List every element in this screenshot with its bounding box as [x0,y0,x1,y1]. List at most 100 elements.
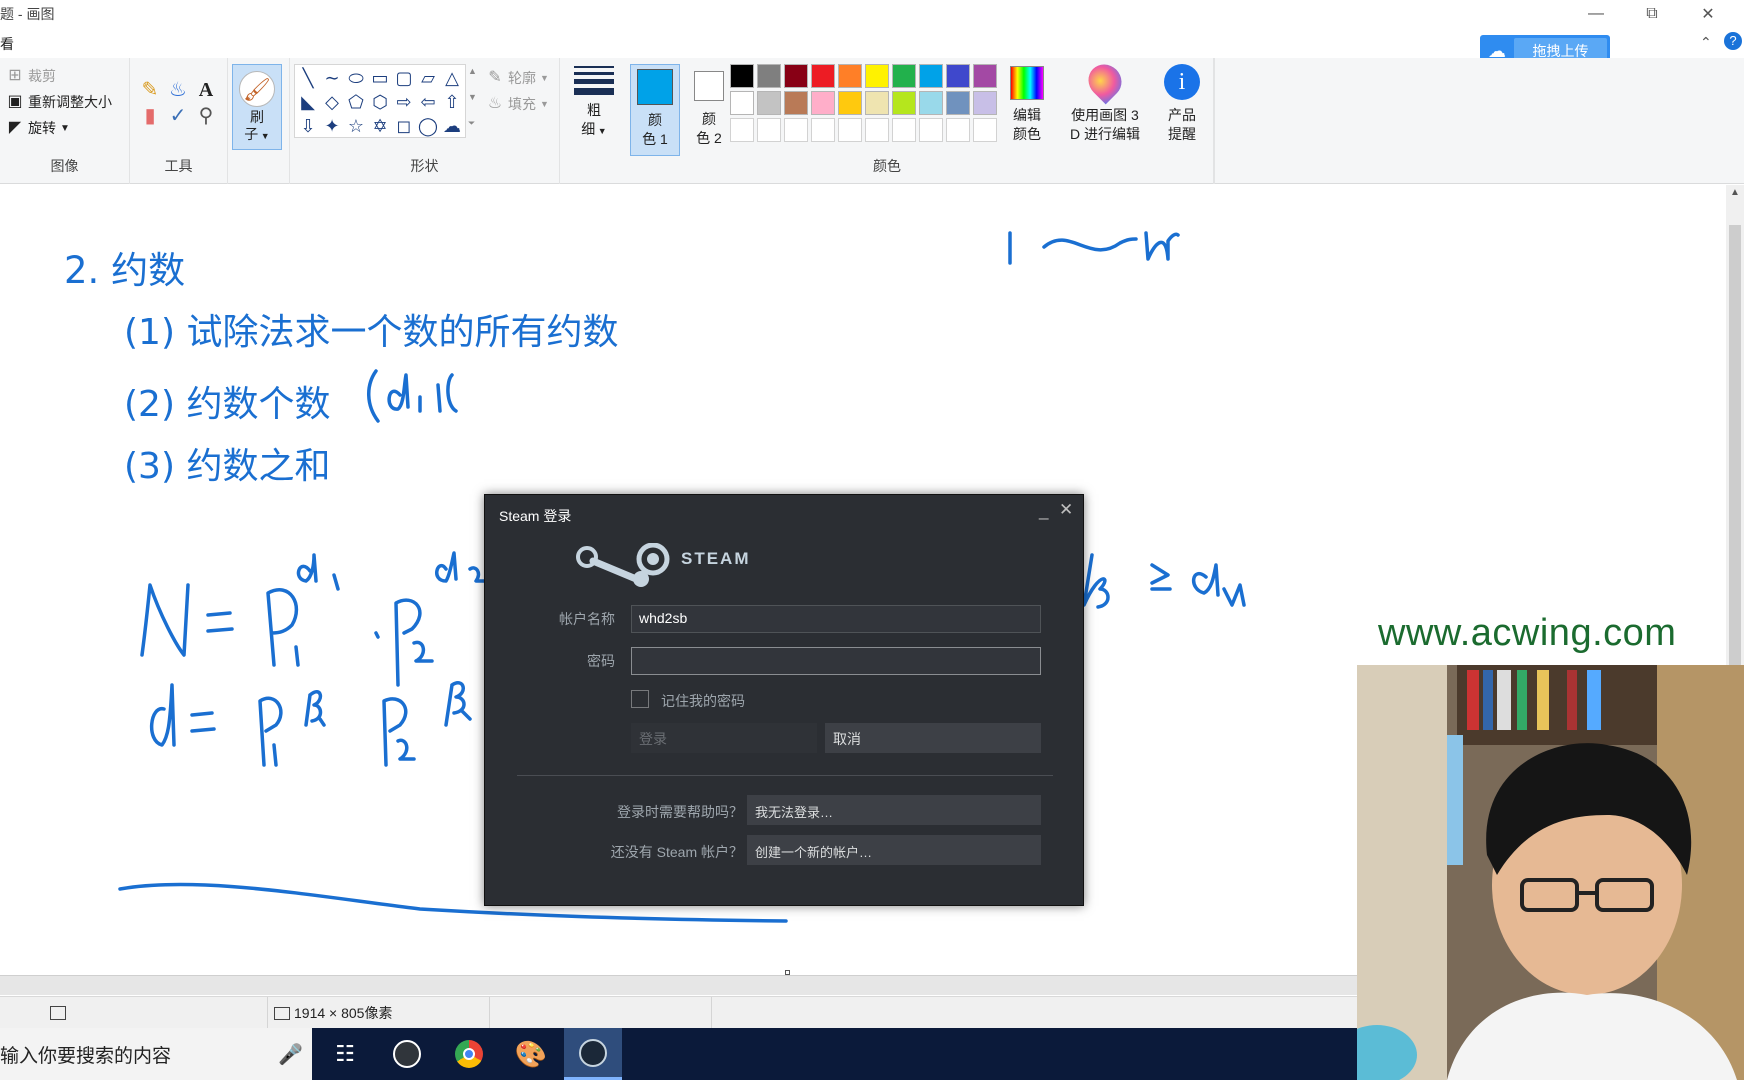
custom-color-slot[interactable] [919,118,943,142]
steam-minimize-icon[interactable]: _ [1039,501,1048,521]
color-swatch[interactable] [919,64,943,88]
six-point-star-shape-icon[interactable]: ✡ [369,115,391,137]
callout-rect-shape-icon[interactable]: ◻ [393,115,415,137]
create-account-button[interactable]: 创建一个新的帐户… [747,835,1041,865]
five-point-star-shape-icon[interactable]: ☆ [345,115,367,137]
restore-button[interactable]: ⧉ [1624,0,1680,28]
color-swatch[interactable] [730,64,754,88]
paint3d-button[interactable]: 使用画图 3 D 进行编辑 [1064,57,1146,144]
color-swatch[interactable] [892,64,916,88]
edit-colors-button[interactable]: 编辑 颜色 [1002,64,1052,144]
product-alert-button[interactable]: i 产品 提醒 [1154,64,1210,144]
microphone-icon[interactable]: 🎤 [278,1042,303,1067]
password-input[interactable] [631,647,1041,675]
color-swatch[interactable] [811,64,835,88]
shapes-gallery: ╲ ∼ ⬭ ▭ ▢ ▱ △ ◣ ◇ ⬠ ⬡ ⇨ ⇦ ⇧ ⇩ ✦ ☆ ✡ ◻ ◯ … [294,64,466,138]
curve-shape-icon[interactable]: ∼ [321,67,343,89]
close-button[interactable]: ✕ [1680,0,1736,28]
color-swatch[interactable] [865,64,889,88]
color-swatch[interactable] [811,91,835,115]
rounded-rectangle-shape-icon[interactable]: ▢ [393,67,415,89]
color-picker-icon[interactable]: ✓ [166,104,190,128]
color-swatch[interactable] [973,64,997,88]
left-arrow-shape-icon[interactable]: ⇦ [417,91,439,113]
eraser-icon[interactable]: ▮ [138,104,162,128]
crop-button[interactable]: ⊞ 裁剪 [6,66,56,86]
color1-button[interactable]: 颜 色 1 [630,64,680,156]
custom-color-slot[interactable] [892,118,916,142]
custom-color-slot[interactable] [730,118,754,142]
custom-color-slot[interactable] [811,118,835,142]
color-swatch[interactable] [838,64,862,88]
color-swatch[interactable] [757,64,781,88]
cancel-button[interactable]: 取消 [825,723,1041,753]
scroll-down-icon[interactable]: ▼ [468,92,477,102]
fill-button[interactable]: ♨ 填充 ▼ [486,94,549,114]
callout-oval-shape-icon[interactable]: ◯ [417,115,439,137]
custom-color-slot[interactable] [865,118,889,142]
rotate-button[interactable]: ◤ 旋转 ▼ [6,118,70,138]
outline-label: 轮廓 [508,70,536,86]
custom-color-slot[interactable] [784,118,808,142]
line-shape-icon[interactable]: ╲ [297,67,319,89]
menu-view[interactable]: 看 [0,34,14,54]
up-arrow-shape-icon[interactable]: ⇧ [441,91,463,113]
paint-taskbar-button[interactable]: 🎨 [502,1028,560,1080]
text-tool-icon[interactable]: A [194,78,218,102]
scroll-up-icon[interactable]: ▲ [1730,187,1740,198]
color-swatch[interactable] [973,91,997,115]
collapse-ribbon-icon[interactable]: ⌃ [1700,34,1712,51]
custom-color-slot[interactable] [757,118,781,142]
color-swatch[interactable] [730,91,754,115]
scroll-up-icon[interactable]: ▲ [468,66,477,76]
steam-close-icon[interactable]: ✕ [1059,500,1073,520]
diamond-shape-icon[interactable]: ◇ [321,91,343,113]
login-button[interactable]: 登录 [631,723,817,753]
obs-taskbar-button[interactable] [378,1028,436,1080]
account-input[interactable]: whd2sb [631,605,1041,633]
expand-gallery-icon[interactable]: ⏷ [468,118,475,129]
hexagon-shape-icon[interactable]: ⬡ [369,91,391,113]
color-swatch[interactable] [892,91,916,115]
oval-shape-icon[interactable]: ⬭ [345,67,367,89]
custom-color-slot[interactable] [973,118,997,142]
rectangle-shape-icon[interactable]: ▭ [369,67,391,89]
cant-login-button[interactable]: 我无法登录… [747,795,1041,825]
remember-checkbox[interactable] [631,690,649,708]
chevron-down-icon: ▼ [540,99,549,109]
brush-button[interactable]: 🖌 刷 子 ▼ [232,64,282,150]
polygon-shape-icon[interactable]: ▱ [417,67,439,89]
taskbar-search[interactable]: 输入你要搜索的内容 🎤 [0,1028,312,1080]
right-triangle-shape-icon[interactable]: ◣ [297,91,319,113]
minimize-button[interactable]: — [1568,0,1624,28]
steam-taskbar-button[interactable] [564,1028,622,1080]
outline-button[interactable]: ✎ 轮廓 ▼ [486,68,549,88]
color-swatch[interactable] [946,91,970,115]
size-button[interactable]: 粗 细 ▼ [572,64,616,141]
color-swatch[interactable] [919,91,943,115]
callout-cloud-shape-icon[interactable]: ☁ [441,115,463,137]
right-arrow-shape-icon[interactable]: ⇨ [393,91,415,113]
chrome-taskbar-button[interactable] [440,1028,498,1080]
resize-button[interactable]: ▣ 重新调整大小 [6,92,112,112]
color-swatch[interactable] [865,91,889,115]
task-view-button[interactable]: ☷ [316,1028,374,1080]
color-swatch[interactable] [946,64,970,88]
shapes-group: ╲ ∼ ⬭ ▭ ▢ ▱ △ ◣ ◇ ⬠ ⬡ ⇨ ⇦ ⇧ ⇩ ✦ ☆ ✡ ◻ ◯ … [290,58,560,184]
color2-button[interactable]: 颜 色 2 [684,64,734,148]
custom-color-slot[interactable] [838,118,862,142]
four-point-star-shape-icon[interactable]: ✦ [321,115,343,137]
triangle-shape-icon[interactable]: △ [441,67,463,89]
color-swatch[interactable] [757,91,781,115]
color-swatch[interactable] [784,64,808,88]
color-swatch[interactable] [838,91,862,115]
down-arrow-shape-icon[interactable]: ⇩ [297,115,319,137]
pentagon-shape-icon[interactable]: ⬠ [345,91,367,113]
magnifier-icon[interactable]: ⚲ [194,104,218,128]
taskbar-search-input[interactable]: 输入你要搜索的内容 [0,1041,171,1068]
help-icon[interactable]: ? [1724,32,1742,50]
pencil-icon[interactable]: ✎ [138,78,162,102]
custom-color-slot[interactable] [946,118,970,142]
fill-bucket-icon[interactable]: ♨ [166,78,190,102]
color-swatch[interactable] [784,91,808,115]
